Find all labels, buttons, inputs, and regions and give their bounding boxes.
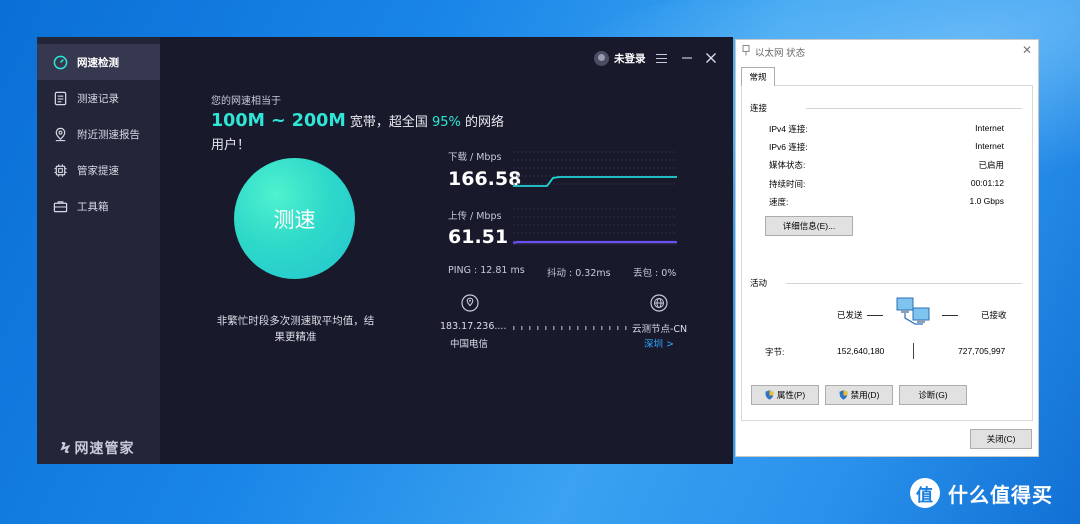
network-computers-icon (896, 297, 930, 325)
document-icon (52, 90, 68, 106)
shield-icon (839, 390, 848, 400)
bytes-divider (913, 343, 914, 359)
toolbox-icon (52, 198, 68, 214)
start-test-button[interactable]: 测速 (234, 158, 355, 279)
bytes-sent: 152,640,180 (837, 346, 885, 356)
disable-label: 禁用(D) (850, 390, 880, 400)
sidebar-item-label: 测速记录 (77, 92, 119, 105)
upload-line (513, 241, 677, 244)
sidebar-item-speed-boost[interactable]: 管家提速 (37, 152, 160, 188)
server-name: 云测节点-CN (632, 324, 688, 335)
result-text-before: 宽带，超全国 (345, 115, 433, 130)
media-state-value: 已启用 (978, 160, 1004, 170)
speedometer-icon (52, 54, 68, 70)
speed-value: 1.0 Gbps (969, 196, 1005, 206)
bytes-label: 字节: (765, 347, 785, 357)
client-isp: 中国电信 (450, 339, 489, 350)
upload-graph (513, 208, 677, 245)
download-value: 166.58 (448, 168, 522, 190)
logo-mark-icon: Ϟ (60, 439, 72, 457)
ping-stat: PING : 12.81 ms (448, 265, 525, 276)
result-intro: 您的网速相当于 (211, 96, 281, 107)
jitter-stat: 抖动 : 0.32ms (547, 268, 611, 279)
sidebar-item-label: 附近测速报告 (77, 128, 140, 141)
sidebar-item-records[interactable]: 测速记录 (37, 80, 160, 116)
avatar (594, 51, 609, 66)
dialog-titlebar: 以太网 状态 ✕ (736, 40, 1038, 62)
sent-dash (867, 315, 883, 316)
download-line (513, 176, 677, 187)
client-location-icon (461, 294, 479, 312)
activity-group-label: 活动 (750, 278, 768, 288)
server-city-link[interactable]: 深圳 > (644, 336, 674, 350)
route-dashes (513, 326, 631, 330)
client-ip: 183.17.236.... (440, 321, 507, 332)
dialog-title: 以太网 状态 (755, 48, 806, 59)
speedtest-window: 网速检测 测速记录 附近测速报告 管家提速 工具箱 Ϟ 网速管家 未登录 您的网… (37, 37, 733, 464)
location-icon (52, 126, 68, 142)
disable-button[interactable]: 禁用(D) (825, 385, 893, 405)
media-state-label: 媒体状态: (769, 160, 806, 170)
sent-label: 已发送 (837, 310, 863, 320)
duration-value: 00:01:12 (970, 178, 1004, 188)
watermark-badge: 值 (910, 478, 940, 508)
minimize-icon[interactable] (678, 48, 696, 68)
close-icon[interactable] (702, 48, 720, 68)
tip-text: 非繁忙时段多次测速取平均值，结果更精准 (216, 315, 375, 343)
connection-group-label: 连接 (750, 103, 768, 113)
upload-value: 61.51 (448, 226, 509, 248)
details-button[interactable]: 详细信息(E)... (765, 216, 853, 236)
tab-general[interactable]: 常规 (741, 67, 775, 86)
received-dash (942, 315, 958, 316)
logo-text: 网速管家 (74, 441, 135, 457)
upload-label: 上传 / Mbps (448, 211, 502, 222)
sidebar: 网速检测 测速记录 附近测速报告 管家提速 工具箱 Ϟ 网速管家 (37, 37, 160, 464)
diagnose-button[interactable]: 诊断(G) (899, 385, 967, 405)
ipv6-value: Internet (975, 141, 1004, 151)
ipv4-label: IPv4 连接: (769, 124, 808, 134)
sidebar-item-label: 网速检测 (77, 56, 119, 69)
close-button[interactable]: 关闭(C) (970, 429, 1032, 449)
ethernet-icon (742, 45, 750, 56)
bytes-received: 727,705,997 (958, 346, 1006, 356)
server-globe-icon (650, 294, 668, 312)
sidebar-item-label: 管家提速 (77, 164, 119, 177)
user-label: 未登录 (614, 53, 646, 65)
sidebar-item-label: 工具箱 (77, 200, 109, 213)
chip-icon (52, 162, 68, 178)
menu-icon[interactable] (652, 48, 670, 68)
ethernet-status-dialog: 以太网 状态 ✕ 常规 连接 IPv4 连接: Internet IPv6 连接… (735, 39, 1039, 457)
ipv6-label: IPv6 连接: (769, 142, 808, 152)
activity-group-line (786, 283, 1022, 284)
duration-label: 持续时间: (769, 179, 806, 189)
received-label: 已接收 (981, 310, 1007, 320)
properties-button[interactable]: 属性(P) (751, 385, 819, 405)
dialog-close-icon[interactable]: ✕ (1022, 43, 1032, 57)
loss-stat: 丢包 : 0% (633, 268, 677, 279)
sidebar-item-speed-test[interactable]: 网速检测 (37, 44, 160, 80)
shield-icon (765, 390, 774, 400)
sidebar-item-toolbox[interactable]: 工具箱 (37, 188, 160, 224)
speed-label: 速度: (769, 197, 789, 207)
tab-panel: 连接 IPv4 连接: Internet IPv6 连接: Internet 媒… (741, 85, 1033, 421)
ipv4-value: Internet (975, 123, 1004, 133)
download-graph (513, 151, 677, 187)
result-percent: 95% (432, 115, 461, 130)
bandwidth-range: 100M ~ 200M (211, 111, 346, 131)
sidebar-item-nearby-report[interactable]: 附近测速报告 (37, 116, 160, 152)
properties-label: 属性(P) (776, 390, 806, 400)
watermark-text: 什么值得买 (948, 482, 1053, 507)
user-login[interactable]: 未登录 (594, 51, 646, 66)
download-label: 下载 / Mbps (448, 152, 502, 163)
connection-group-line (806, 108, 1022, 109)
app-logo: Ϟ 网速管家 (60, 438, 135, 458)
watermark: 值 什么值得买 (910, 478, 1053, 508)
